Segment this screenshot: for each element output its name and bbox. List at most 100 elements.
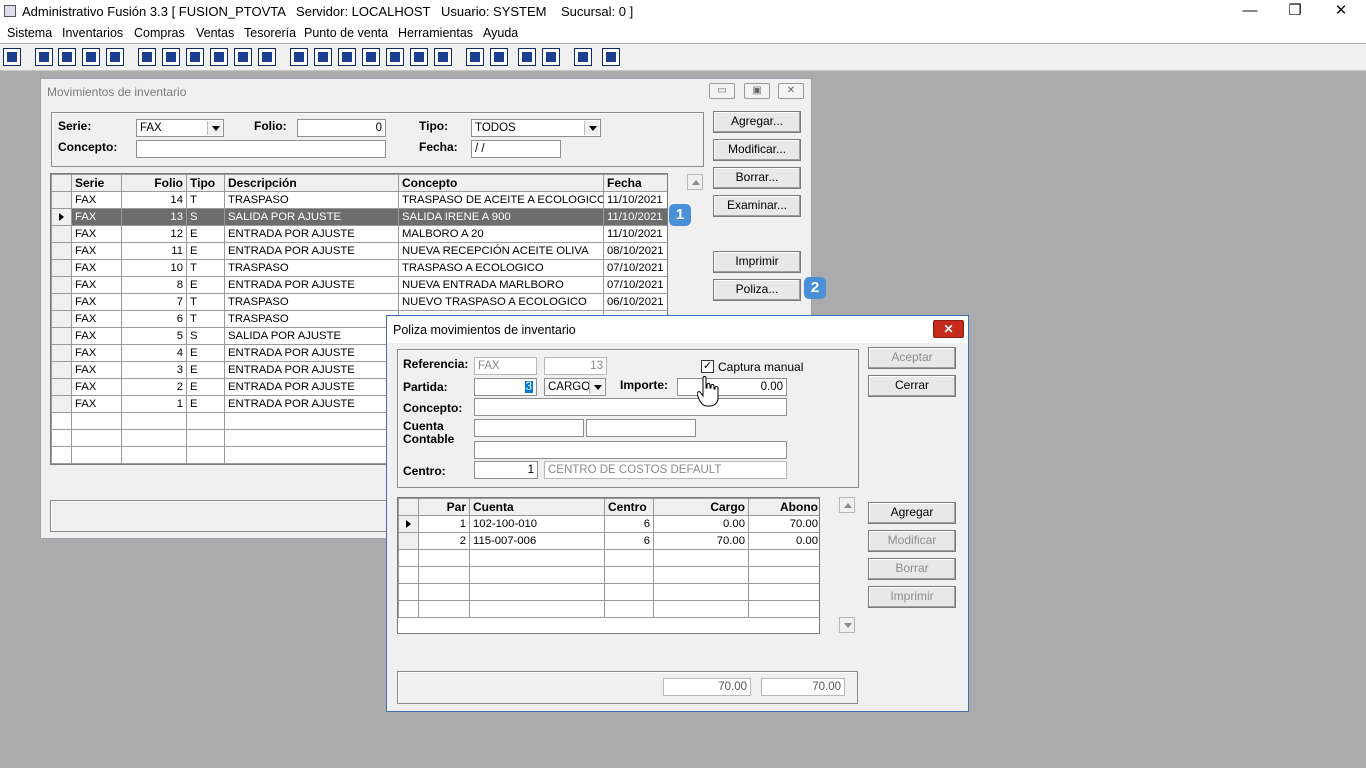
document-icon[interactable] bbox=[234, 48, 252, 66]
empty-table-row[interactable] bbox=[398, 566, 819, 584]
table-row[interactable]: FAX 14 T TRASPASO TRASPASO DE ACEITE A ECOLO… bbox=[51, 191, 667, 209]
partidas-scroll-down-icon[interactable] bbox=[839, 617, 855, 633]
row-indicator[interactable] bbox=[51, 310, 72, 328]
row-indicator[interactable] bbox=[51, 429, 72, 447]
find-icon[interactable] bbox=[106, 48, 124, 66]
zoom-icon[interactable] bbox=[490, 48, 508, 66]
row-indicator[interactable] bbox=[51, 293, 72, 311]
restore-button[interactable]: ❐ bbox=[1272, 0, 1318, 24]
col-cargo[interactable]: Cargo bbox=[653, 498, 749, 516]
aceptar-button[interactable]: Aceptar bbox=[868, 347, 956, 369]
row-indicator[interactable] bbox=[51, 259, 72, 277]
partida-input[interactable]: 3 bbox=[474, 378, 537, 396]
user-icon[interactable] bbox=[138, 48, 156, 66]
folio-input[interactable]: 0 bbox=[297, 119, 386, 137]
row-indicator[interactable] bbox=[398, 600, 419, 618]
borrar-partida-button[interactable]: Borrar bbox=[868, 558, 956, 580]
borrar-button[interactable]: Borrar... bbox=[713, 167, 801, 189]
row-indicator[interactable] bbox=[51, 276, 72, 294]
open-icon[interactable] bbox=[162, 48, 180, 66]
col-par[interactable]: Par bbox=[418, 498, 470, 516]
chevron-down-icon[interactable] bbox=[584, 121, 599, 135]
tipo-combo[interactable]: TODOS bbox=[471, 119, 601, 137]
agregar-partida-button[interactable]: Agregar bbox=[868, 502, 956, 524]
poliza-close-icon[interactable] bbox=[933, 320, 964, 338]
row-indicator[interactable] bbox=[398, 583, 419, 601]
row-indicator[interactable] bbox=[51, 361, 72, 379]
captura-manual-checkbox[interactable]: ✓ bbox=[701, 360, 714, 373]
binoculars-icon[interactable] bbox=[290, 48, 308, 66]
empty-table-row[interactable] bbox=[398, 583, 819, 601]
table-row[interactable]: FAX 13 S SALIDA POR AJUSTE SALIDA IRENE A 90… bbox=[51, 208, 667, 226]
close-app-button[interactable]: ✕ bbox=[1318, 0, 1364, 24]
row-indicator[interactable] bbox=[51, 208, 72, 226]
inventory-minimize-button[interactable]: ▭ bbox=[709, 83, 735, 99]
table-row[interactable]: FAX 10 T TRASPASO TRASPASO A ECOLOGICO 07/10/… bbox=[51, 259, 667, 277]
modificar-partida-button[interactable]: Modificar bbox=[868, 530, 956, 552]
col-centro[interactable]: Centro bbox=[604, 498, 654, 516]
grid-scroll-up-icon[interactable] bbox=[687, 174, 703, 190]
table-row[interactable]: FAX 8 E ENTRADA POR AJUSTE NUEVA ENTRADA MAR… bbox=[51, 276, 667, 294]
minimize-button[interactable]: — bbox=[1227, 0, 1273, 24]
network-icon[interactable] bbox=[3, 48, 21, 66]
centro-input[interactable]: 1 bbox=[474, 461, 538, 479]
row-indicator[interactable] bbox=[51, 191, 72, 209]
partidas-scroll-up-icon[interactable] bbox=[839, 497, 855, 513]
row-indicator[interactable] bbox=[398, 532, 419, 550]
col-fecha[interactable]: Fecha bbox=[603, 174, 667, 192]
menu-ventas[interactable]: Ventas bbox=[196, 26, 234, 40]
menu-inventarios[interactable]: Inventarios bbox=[62, 26, 123, 40]
importe-input[interactable]: 0.00 bbox=[677, 378, 787, 396]
imprimir-partida-button[interactable]: Imprimir bbox=[868, 586, 956, 608]
undo-icon[interactable] bbox=[542, 48, 560, 66]
menu-tesoreria[interactable]: Tesorería bbox=[244, 26, 296, 40]
serie-combo[interactable]: FAX bbox=[136, 119, 224, 137]
print-icon[interactable] bbox=[186, 48, 204, 66]
table-row[interactable]: 2 115-007-006 6 70.00 0.00 bbox=[398, 532, 819, 550]
col-tipo[interactable]: Tipo bbox=[186, 174, 225, 192]
row-indicator[interactable] bbox=[398, 566, 419, 584]
col-folio[interactable]: Folio bbox=[121, 174, 187, 192]
fecha-input[interactable]: / / bbox=[471, 140, 561, 158]
row-indicator[interactable] bbox=[398, 549, 419, 567]
inventory-close-button[interactable]: ✕ bbox=[778, 83, 804, 99]
report-icon[interactable] bbox=[434, 48, 452, 66]
menu-compras[interactable]: Compras bbox=[134, 26, 185, 40]
row-indicator[interactable] bbox=[51, 412, 72, 430]
window-icon[interactable] bbox=[314, 48, 332, 66]
list-icon[interactable] bbox=[258, 48, 276, 66]
menu-punto-de-venta[interactable]: Punto de venta bbox=[304, 26, 388, 40]
col-serie[interactable]: Serie bbox=[71, 174, 122, 192]
row-indicator[interactable] bbox=[398, 515, 419, 533]
plus-icon[interactable] bbox=[362, 48, 380, 66]
concepto-input[interactable] bbox=[136, 140, 386, 158]
menu-ayuda[interactable]: Ayuda bbox=[483, 26, 518, 40]
col-cuenta[interactable]: Cuenta bbox=[469, 498, 605, 516]
examinar-button[interactable]: Examinar... bbox=[713, 195, 801, 217]
row-indicator[interactable] bbox=[51, 378, 72, 396]
printer-icon[interactable] bbox=[210, 48, 228, 66]
table-row[interactable]: FAX 11 E ENTRADA POR AJUSTE NUEVA RECEPCIÓN … bbox=[51, 242, 667, 260]
concepto-poliza-input[interactable] bbox=[474, 398, 787, 416]
modificar-button[interactable]: Modificar... bbox=[713, 139, 801, 161]
poliza-button[interactable]: Poliza... bbox=[713, 279, 801, 301]
refresh-icon[interactable] bbox=[518, 48, 536, 66]
cerrar-button[interactable]: Cerrar bbox=[868, 375, 956, 397]
partida-tipo-combo[interactable]: CARGO bbox=[544, 378, 606, 396]
dollar-icon[interactable] bbox=[386, 48, 404, 66]
inventory-maximize-button[interactable]: ▣ bbox=[744, 83, 770, 99]
table-row[interactable]: FAX 12 E ENTRADA POR AJUSTE MALBORO A 20 11/1… bbox=[51, 225, 667, 243]
home-icon[interactable] bbox=[466, 48, 484, 66]
cuenta-input[interactable] bbox=[474, 419, 584, 437]
page-icon[interactable] bbox=[410, 48, 428, 66]
table-row[interactable]: FAX 7 T TRASPASO NUEVO TRASPASO A ECOLOGICO 0… bbox=[51, 293, 667, 311]
empty-table-row[interactable] bbox=[398, 600, 819, 618]
row-indicator[interactable] bbox=[51, 446, 72, 464]
clipboard-icon[interactable] bbox=[58, 48, 76, 66]
row-indicator[interactable] bbox=[51, 242, 72, 260]
help-icon[interactable] bbox=[602, 48, 620, 66]
copy-icon[interactable] bbox=[35, 48, 53, 66]
row-indicator[interactable] bbox=[51, 395, 72, 413]
row-indicator[interactable] bbox=[51, 344, 72, 362]
chevron-down-icon[interactable] bbox=[589, 380, 604, 394]
